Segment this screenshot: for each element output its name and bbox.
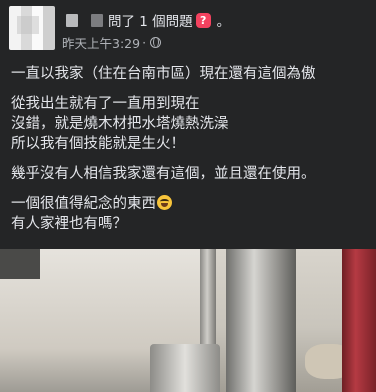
text-line: 所以我有個技能就是生火！: [11, 136, 185, 152]
post-text: 一直以我家（住在台南市區）現在還有這個為傲 從我出生就有了一直用到現在 沒錯，就…: [11, 64, 371, 244]
boiler-base: [150, 344, 220, 392]
meta-dot: ·: [142, 34, 147, 50]
post-photo[interactable]: [0, 249, 376, 392]
globe-icon[interactable]: [150, 36, 162, 48]
author-line: 問了 1 個問題 ? 。: [66, 10, 230, 30]
post-meta: 昨天上午3:29 ·: [62, 33, 162, 52]
text-line: 幾乎沒有人相信我家還有這個，並且還在使用。: [11, 166, 316, 182]
separator: 。: [216, 14, 231, 30]
text-line: 一直以我家（住在台南市區）現在還有這個為傲: [11, 66, 316, 82]
paragraph: 幾乎沒有人相信我家還有這個，並且還在使用。: [11, 164, 371, 184]
avatar[interactable]: [9, 6, 55, 50]
paragraph: 一直以我家（住在台南市區）現在還有這個為傲: [11, 64, 371, 84]
paragraph: 一個很值得紀念的東西 有人家裡也有嗎？: [11, 194, 371, 234]
red-pipe: [342, 249, 376, 392]
redacted-name[interactable]: [91, 13, 103, 27]
question-action-text: 問了 1 個問題: [108, 14, 193, 30]
redacted-name[interactable]: [66, 13, 78, 27]
paragraph: 從我出生就有了一直用到現在 沒錯，就是燒木材把水塔燒熱洗澡 所以我有個技能就是生…: [11, 94, 371, 154]
timestamp[interactable]: 昨天上午3:29: [62, 33, 140, 52]
post-header: 問了 1 個問題 ? 。 昨天上午3:29 ·: [0, 0, 376, 56]
question-icon: ?: [195, 12, 211, 28]
text-line-with-emoji: 一個很值得紀念的東西: [11, 194, 371, 214]
text-line: 沒錯，就是燒木材把水塔燒熱洗澡: [11, 116, 229, 132]
grinning-sweat-emoji-icon: [157, 195, 172, 210]
shadow-area: [0, 249, 40, 279]
chimney-pipe: [226, 249, 296, 392]
text-line: 有人家裡也有嗎？: [11, 216, 127, 232]
text-line: 一個很值得紀念的東西: [11, 196, 156, 212]
text-line: 從我出生就有了一直用到現在: [11, 96, 200, 112]
